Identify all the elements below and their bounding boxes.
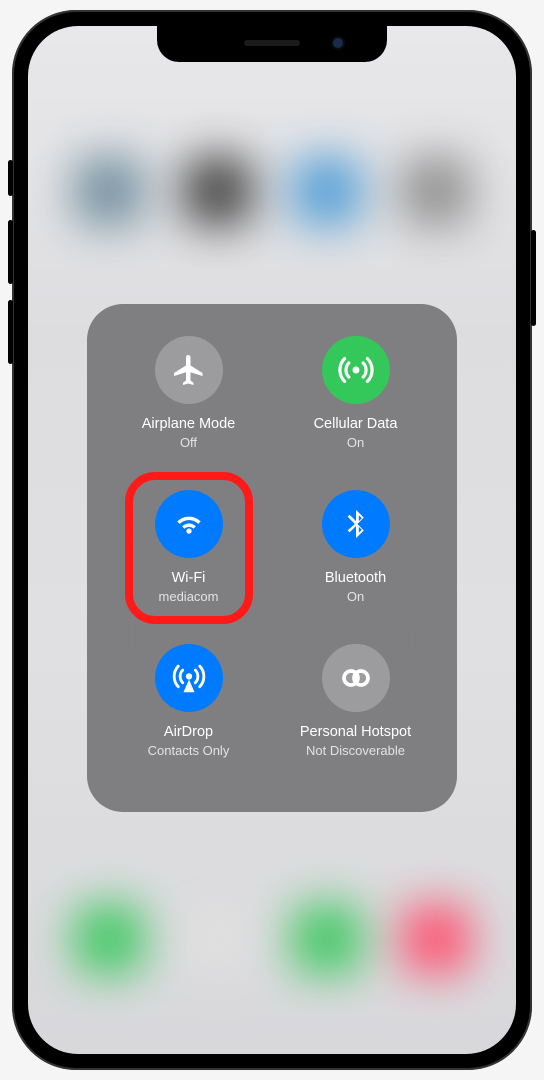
- wifi-status: mediacom: [159, 589, 219, 604]
- cellular-icon: [337, 351, 375, 389]
- phone-frame: Airplane Mode Off Cellular Data On: [12, 10, 532, 1070]
- wifi-tile[interactable]: Wi-Fi mediacom: [105, 490, 272, 638]
- bluetooth-icon: [339, 507, 373, 541]
- personal-hotspot-status: Not Discoverable: [306, 743, 405, 758]
- notch: [157, 26, 387, 62]
- personal-hotspot-label: Personal Hotspot: [300, 724, 411, 741]
- volume-down-button: [8, 300, 13, 364]
- airplane-icon: [171, 352, 207, 388]
- hotspot-icon: [336, 658, 376, 698]
- personal-hotspot-tile[interactable]: Personal Hotspot Not Discoverable: [272, 644, 439, 792]
- connectivity-panel: Airplane Mode Off Cellular Data On: [87, 304, 457, 812]
- airplane-mode-tile[interactable]: Airplane Mode Off: [105, 336, 272, 484]
- bluetooth-button[interactable]: [322, 490, 390, 558]
- wifi-button[interactable]: [155, 490, 223, 558]
- cellular-data-tile[interactable]: Cellular Data On: [272, 336, 439, 484]
- bluetooth-status: On: [347, 589, 364, 604]
- wifi-label: Wi-Fi: [172, 570, 206, 587]
- bluetooth-label: Bluetooth: [325, 570, 386, 587]
- airplane-mode-label: Airplane Mode: [142, 416, 236, 433]
- airplane-mode-button[interactable]: [155, 336, 223, 404]
- bluetooth-tile[interactable]: Bluetooth On: [272, 490, 439, 638]
- cellular-data-button[interactable]: [322, 336, 390, 404]
- cellular-data-label: Cellular Data: [314, 416, 398, 433]
- volume-up-button: [8, 220, 13, 284]
- airdrop-tile[interactable]: AirDrop Contacts Only: [105, 644, 272, 792]
- personal-hotspot-button[interactable]: [322, 644, 390, 712]
- airdrop-label: AirDrop: [164, 724, 213, 741]
- airdrop-status: Contacts Only: [148, 743, 230, 758]
- silent-switch: [8, 160, 13, 196]
- airdrop-icon: [170, 659, 208, 697]
- wifi-icon: [171, 506, 207, 542]
- power-button: [531, 230, 536, 326]
- screen: Airplane Mode Off Cellular Data On: [28, 26, 516, 1054]
- airplane-mode-status: Off: [180, 435, 197, 450]
- cellular-data-status: On: [347, 435, 364, 450]
- airdrop-button[interactable]: [155, 644, 223, 712]
